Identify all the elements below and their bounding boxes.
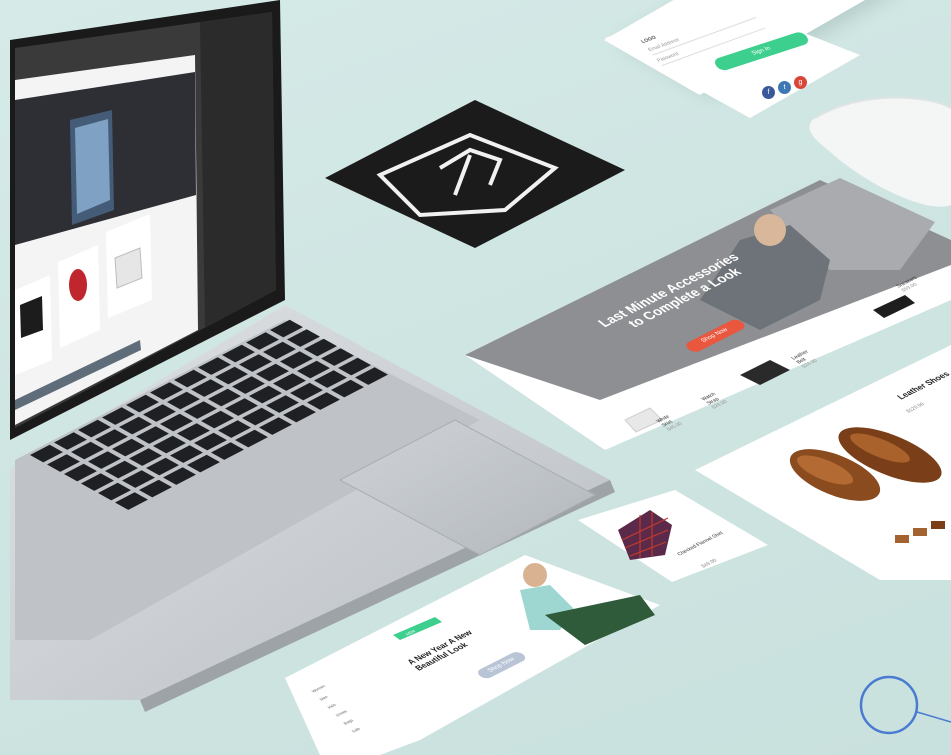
circle-marker xyxy=(859,675,951,735)
mockup-scene: LOGO Email Address Password Sign In f t … xyxy=(0,0,951,755)
